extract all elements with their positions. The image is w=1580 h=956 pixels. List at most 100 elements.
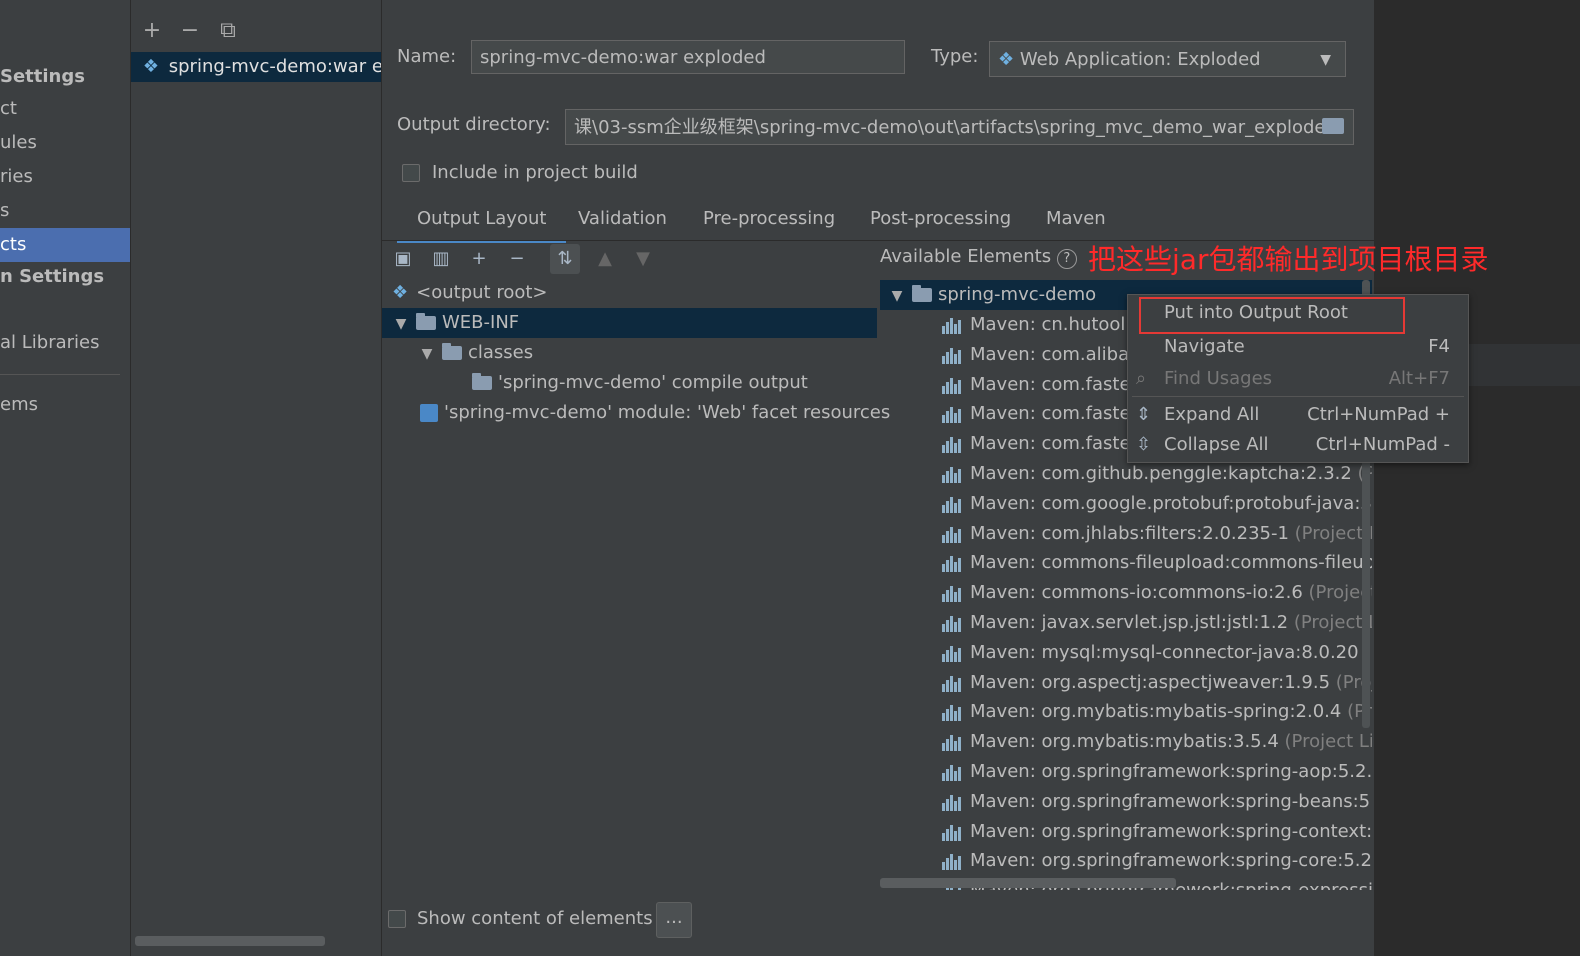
remove-artifact-button[interactable]: − (175, 16, 205, 46)
nav-item-project[interactable]: ct (0, 92, 130, 126)
available-item[interactable]: Maven: commons-io:commons-io:2.6 (Projec… (942, 578, 1372, 608)
available-item[interactable]: Maven: org.springframework:spring-core:5… (942, 846, 1372, 876)
tree-row-web-inf[interactable]: ▼ WEB-INF (382, 308, 877, 338)
help-icon[interactable]: ? (1056, 249, 1077, 269)
library-icon (942, 733, 964, 752)
tree-row-label: spring-mvc-demo (938, 284, 1097, 305)
library-icon (942, 495, 964, 513)
name-input[interactable]: spring-mvc-demo:war exploded (471, 40, 905, 74)
chevron-down-icon[interactable]: ▼ (888, 281, 906, 311)
add-copy-of-icon[interactable]: + (464, 244, 494, 274)
nav-item-libraries[interactable]: ries (0, 160, 130, 194)
tab-pre-processing[interactable]: Pre-processing (703, 200, 835, 240)
available-item-source: (Project Libra (1293, 612, 1372, 633)
library-icon (942, 823, 964, 841)
artifact-item[interactable]: ❖ spring-mvc-demo:war exploded (131, 52, 381, 82)
folder-icon (442, 343, 462, 360)
available-item[interactable]: Maven: org.springframework:spring-aop:5.… (942, 757, 1372, 787)
chevron-down-icon[interactable]: ▼ (392, 309, 410, 339)
available-item-name: Maven: com.faster (970, 433, 1138, 455)
type-select[interactable]: ❖ Web Application: Exploded ▼ (989, 41, 1346, 77)
available-item[interactable]: Maven: org.mybatis:mybatis:3.5.4 (Projec… (942, 727, 1372, 757)
create-directory-icon[interactable]: ▣ (388, 244, 418, 274)
move-up-icon[interactable]: ▲ (590, 244, 620, 274)
type-select-value: Web Application: Exploded (1019, 49, 1261, 70)
output-directory-label: Output directory: (397, 114, 551, 135)
module-output-icon (472, 373, 492, 390)
available-item-name: Maven: org.springframework:spring-contex… (970, 820, 1372, 842)
library-icon (942, 554, 964, 573)
available-item[interactable]: Maven: org.aspectj:aspectjweaver:1.9.5 (… (942, 668, 1372, 698)
available-item[interactable]: Maven: org.springframework:spring-beans:… (942, 787, 1372, 817)
tab-post-processing[interactable]: Post-processing (870, 200, 1011, 240)
web-artifact-icon: ❖ (142, 56, 160, 77)
remove-element-icon[interactable]: − (502, 244, 532, 274)
type-label: Type: (931, 46, 979, 67)
library-icon (942, 614, 964, 632)
menu-item-collapse-all[interactable]: ⇳ Collapse All Ctrl+NumPad - (1128, 429, 1468, 461)
available-item[interactable]: Maven: com.google.protobuf:protobuf-java… (942, 489, 1372, 519)
available-item-name: Maven: com.faster (970, 403, 1138, 425)
tree-row-label: <output root> (416, 282, 548, 303)
create-archive-icon[interactable]: ▥ (426, 244, 456, 274)
artifact-editor: Name: spring-mvc-demo:war exploded Type:… (382, 0, 1374, 956)
tab-output-layout[interactable]: Output Layout (397, 200, 567, 243)
show-content-checkbox[interactable] (388, 910, 406, 928)
annotation-text: 把这些jar包都输出到项目根目录 (1088, 243, 1489, 276)
available-item-name: Maven: com.github.penggle:kaptcha:2.3.2 (970, 463, 1352, 484)
output-directory-input[interactable]: 课\03-ssm企业级框架\spring-mvc-demo\out\artifa… (565, 109, 1354, 145)
browse-folder-icon[interactable] (1322, 118, 1344, 134)
tab-maven[interactable]: Maven (1046, 200, 1106, 240)
module-folder-icon (912, 285, 932, 302)
include-build-checkbox[interactable] (402, 164, 420, 182)
available-item-name: Maven: commons-fileupload:commons-fileup… (970, 552, 1372, 574)
tree-row-compile-output[interactable]: 'spring-mvc-demo' compile output (472, 368, 872, 398)
settings-nav: Settings ct ules ries s cts n Settings a… (0, 0, 131, 956)
available-item-name: Maven: com.jhlabs:filters:2.0.235-1 (970, 522, 1289, 544)
horizontal-scrollbar[interactable] (880, 878, 1176, 888)
library-icon (942, 852, 964, 871)
library-icon (942, 316, 964, 334)
available-item[interactable]: Maven: org.mybatis:mybatis-spring:2.0.4 … (942, 697, 1372, 727)
available-item[interactable]: Maven: javax.servlet.jsp.jstl:jstl:1.2 (… (942, 608, 1372, 638)
tree-row-facet-resources[interactable]: 'spring-mvc-demo' module: 'Web' facet re… (420, 398, 890, 428)
menu-item-expand-all[interactable]: ⇕ Expand All Ctrl+NumPad + (1128, 399, 1468, 431)
artifact-list-panel: + − ⧉ ❖ spring-mvc-demo:war exploded (131, 0, 382, 956)
available-item[interactable]: Maven: com.jhlabs:filters:2.0.235-1 (Pro… (942, 519, 1372, 549)
menu-item-shortcut: Ctrl+NumPad - (1315, 434, 1450, 455)
more-options-button[interactable]: ... (656, 902, 692, 938)
available-item-name: Maven: org.springframework:spring-core:5… (970, 850, 1372, 872)
available-item-name: Maven: mysql:mysql-connector-java:8.0.20 (970, 641, 1359, 663)
name-label: Name: (397, 46, 457, 67)
sort-elements-icon[interactable]: ⇅ (550, 244, 580, 274)
menu-item-label: Expand All (1164, 404, 1260, 425)
nav-header-platform-settings: n Settings (0, 266, 105, 287)
available-item-name: Maven: commons-io:commons-io:2.6 (970, 582, 1303, 604)
nav-header-project-settings: Settings (0, 66, 85, 87)
available-item[interactable]: Maven: mysql:mysql-connector-java:8.0.20… (942, 638, 1372, 668)
available-item-name: Maven: org.springframework:spring-aop:5.… (970, 761, 1372, 782)
nav-item-facets[interactable]: s (0, 194, 130, 228)
nav-item-global-libraries[interactable]: al Libraries (0, 326, 130, 360)
menu-item-navigate[interactable]: Navigate F4 (1128, 331, 1468, 363)
available-item[interactable]: Maven: com.github.penggle:kaptcha:2.3.2 … (942, 459, 1372, 489)
tree-row-classes[interactable]: ▼ classes (418, 338, 868, 368)
tab-validation[interactable]: Validation (578, 200, 667, 240)
nav-item-problems[interactable]: ems (0, 388, 130, 422)
available-item[interactable]: Maven: org.springframework:spring-contex… (942, 817, 1372, 847)
move-down-icon[interactable]: ▼ (628, 244, 658, 274)
nav-item-artifacts[interactable]: cts (0, 228, 130, 262)
horizontal-scrollbar[interactable] (135, 936, 325, 946)
web-app-icon: ❖ (998, 49, 1015, 70)
add-artifact-button[interactable]: + (137, 16, 167, 46)
output-root-icon: ❖ (392, 282, 409, 303)
available-item[interactable]: Maven: commons-fileupload:commons-fileup… (942, 548, 1372, 578)
tree-row-output-root[interactable]: ❖ <output root> (392, 278, 872, 308)
menu-item-find-usages[interactable]: ⌕ Find Usages Alt+F7 (1128, 363, 1468, 395)
available-item-name: Maven: javax.servlet.jsp.jstl:jstl:1.2 (970, 612, 1289, 633)
copy-artifact-button[interactable]: ⧉ (213, 16, 243, 46)
chevron-down-icon[interactable]: ▼ (418, 339, 436, 369)
available-item-source: (Project Libra (1284, 731, 1372, 753)
nav-item-modules[interactable]: ules (0, 126, 130, 160)
menu-item-label: Collapse All (1164, 434, 1269, 455)
